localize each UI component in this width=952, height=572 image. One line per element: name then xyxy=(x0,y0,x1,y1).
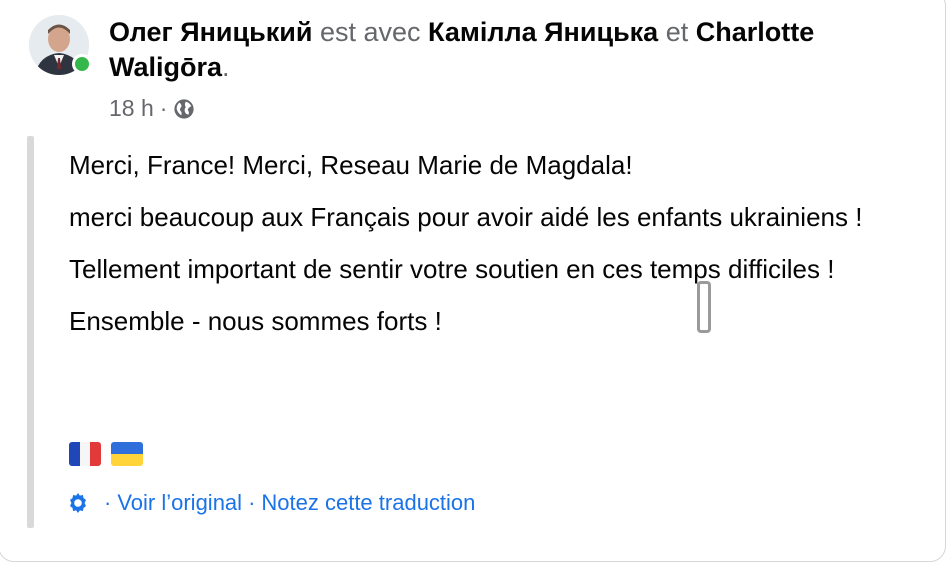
flag-france-white xyxy=(79,442,91,466)
flag-ukraine xyxy=(111,442,143,466)
flag-france xyxy=(69,442,101,466)
paragraph-4: Ensemble - nous sommes forts ! xyxy=(69,306,442,336)
post-meta: 18 h · xyxy=(109,95,195,122)
post-time[interactable]: 18 h xyxy=(109,95,154,122)
post-header: Олег Яницький est avec Камілла Яницька e… xyxy=(109,15,929,85)
rate-translation-link[interactable]: Notez cette traduction xyxy=(261,490,475,516)
flag-france-blue xyxy=(69,442,80,466)
paragraph-2: merci beaucoup aux Français pour avoir a… xyxy=(69,202,863,232)
gear-icon-svg xyxy=(70,493,86,513)
quote-bar xyxy=(27,136,34,528)
flags-row xyxy=(69,442,143,466)
post-body: Merci, France! Merci, Reseau Marie de Ma… xyxy=(69,146,909,354)
paragraph-1: Merci, France! Merci, Reseau Marie de Ma… xyxy=(69,150,633,180)
flag-france-red xyxy=(90,442,101,466)
header-period: . xyxy=(222,52,230,82)
globe-icon-svg xyxy=(174,98,195,119)
gear-icon[interactable] xyxy=(66,491,90,515)
author-name[interactable]: Олег Яницький xyxy=(109,17,312,47)
meta-separator: · xyxy=(159,95,168,121)
text-cursor xyxy=(697,281,711,333)
flag-ukraine-blue xyxy=(111,442,143,454)
with-text: est avec xyxy=(319,17,421,47)
author-avatar-wrapper[interactable] xyxy=(29,15,92,75)
paragraph-3: Tellement important de sentir votre sout… xyxy=(69,254,835,284)
globe-icon[interactable] xyxy=(173,98,195,120)
and-text: et xyxy=(665,17,689,47)
view-original-link[interactable]: Voir l’original xyxy=(117,490,242,516)
translation-row: · Voir l’original · Notez cette traducti… xyxy=(66,490,475,516)
tagged-person-1[interactable]: Камілла Яницька xyxy=(428,17,658,47)
translation-sep-1: · xyxy=(104,490,112,515)
flag-ukraine-yellow xyxy=(111,454,143,466)
translation-sep-2: · xyxy=(248,490,256,515)
online-status-dot xyxy=(72,54,92,74)
